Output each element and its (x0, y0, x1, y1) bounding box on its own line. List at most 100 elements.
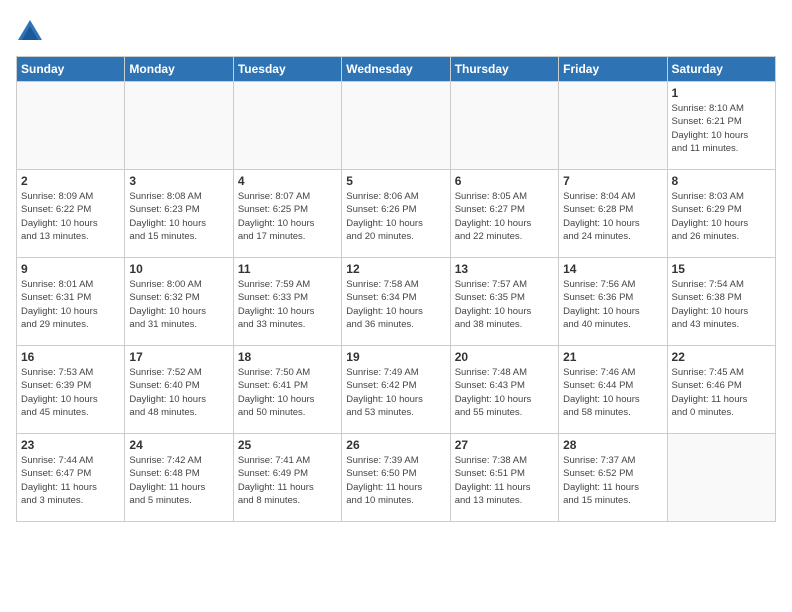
weekday-header: Wednesday (342, 57, 450, 82)
day-info: Sunrise: 8:09 AM Sunset: 6:22 PM Dayligh… (21, 190, 120, 243)
day-info: Sunrise: 8:08 AM Sunset: 6:23 PM Dayligh… (129, 190, 228, 243)
day-number: 3 (129, 174, 228, 188)
calendar-cell: 1 Sunrise: 8:10 AM Sunset: 6:21 PM Daylig… (667, 82, 775, 170)
day-number: 6 (455, 174, 554, 188)
day-info: Sunrise: 7:52 AM Sunset: 6:40 PM Dayligh… (129, 366, 228, 419)
calendar-cell: 24Sunrise: 7:42 AM Sunset: 6:48 PM Dayli… (125, 434, 233, 522)
logo-icon (16, 16, 44, 44)
calendar-week-row: 16Sunrise: 7:53 AM Sunset: 6:39 PM Dayli… (17, 346, 776, 434)
day-info: Sunrise: 7:59 AM Sunset: 6:33 PM Dayligh… (238, 278, 337, 331)
day-number: 27 (455, 438, 554, 452)
calendar-cell (233, 82, 341, 170)
day-number: 26 (346, 438, 445, 452)
day-number: 8 (672, 174, 771, 188)
calendar-cell (17, 82, 125, 170)
calendar-cell: 4 Sunrise: 8:07 AM Sunset: 6:25 PM Daylig… (233, 170, 341, 258)
calendar-cell (342, 82, 450, 170)
day-info: Sunrise: 8:01 AM Sunset: 6:31 PM Dayligh… (21, 278, 120, 331)
calendar-cell: 13 Sunrise: 7:57 AM Sunset: 6:35 PM Dayli… (450, 258, 558, 346)
day-info: Sunrise: 7:54 AM Sunset: 6:38 PM Dayligh… (672, 278, 771, 331)
page-header (16, 16, 776, 44)
calendar-cell: 12 Sunrise: 7:58 AM Sunset: 6:34 PM Dayli… (342, 258, 450, 346)
calendar-cell: 15 Sunrise: 7:54 AM Sunset: 6:38 PM Dayli… (667, 258, 775, 346)
calendar-cell: 28Sunrise: 7:37 AM Sunset: 6:52 PM Dayli… (559, 434, 667, 522)
calendar-cell: 9 Sunrise: 8:01 AM Sunset: 6:31 PM Daylig… (17, 258, 125, 346)
calendar-week-row: 1 Sunrise: 8:10 AM Sunset: 6:21 PM Daylig… (17, 82, 776, 170)
weekday-header: Tuesday (233, 57, 341, 82)
logo (16, 16, 48, 44)
calendar: SundayMondayTuesdayWednesdayThursdayFrid… (16, 56, 776, 522)
day-info: Sunrise: 7:38 AM Sunset: 6:51 PM Dayligh… (455, 454, 554, 507)
day-number: 15 (672, 262, 771, 276)
day-number: 16 (21, 350, 120, 364)
day-number: 11 (238, 262, 337, 276)
calendar-cell (667, 434, 775, 522)
calendar-cell: 22 Sunrise: 7:45 AM Sunset: 6:46 PM Dayli… (667, 346, 775, 434)
calendar-cell: 7 Sunrise: 8:04 AM Sunset: 6:28 PM Daylig… (559, 170, 667, 258)
calendar-cell: 18 Sunrise: 7:50 AM Sunset: 6:41 PM Dayli… (233, 346, 341, 434)
calendar-cell: 5Sunrise: 8:06 AM Sunset: 6:26 PM Daylig… (342, 170, 450, 258)
day-number: 25 (238, 438, 337, 452)
day-number: 24 (129, 438, 228, 452)
day-info: Sunrise: 8:05 AM Sunset: 6:27 PM Dayligh… (455, 190, 554, 243)
day-info: Sunrise: 8:07 AM Sunset: 6:25 PM Dayligh… (238, 190, 337, 243)
day-number: 17 (129, 350, 228, 364)
calendar-week-row: 9 Sunrise: 8:01 AM Sunset: 6:31 PM Daylig… (17, 258, 776, 346)
day-number: 14 (563, 262, 662, 276)
day-number: 2 (21, 174, 120, 188)
day-info: Sunrise: 7:57 AM Sunset: 6:35 PM Dayligh… (455, 278, 554, 331)
day-info: Sunrise: 7:46 AM Sunset: 6:44 PM Dayligh… (563, 366, 662, 419)
calendar-cell (125, 82, 233, 170)
calendar-week-row: 2 Sunrise: 8:09 AM Sunset: 6:22 PM Daylig… (17, 170, 776, 258)
day-info: Sunrise: 8:06 AM Sunset: 6:26 PM Dayligh… (346, 190, 445, 243)
calendar-cell: 25Sunrise: 7:41 AM Sunset: 6:49 PM Dayli… (233, 434, 341, 522)
day-number: 7 (563, 174, 662, 188)
day-info: Sunrise: 7:39 AM Sunset: 6:50 PM Dayligh… (346, 454, 445, 507)
calendar-cell: 8 Sunrise: 8:03 AM Sunset: 6:29 PM Daylig… (667, 170, 775, 258)
day-info: Sunrise: 7:56 AM Sunset: 6:36 PM Dayligh… (563, 278, 662, 331)
day-number: 19 (346, 350, 445, 364)
day-number: 22 (672, 350, 771, 364)
calendar-cell (559, 82, 667, 170)
weekday-header: Friday (559, 57, 667, 82)
day-info: Sunrise: 8:00 AM Sunset: 6:32 PM Dayligh… (129, 278, 228, 331)
day-number: 12 (346, 262, 445, 276)
day-number: 28 (563, 438, 662, 452)
day-number: 9 (21, 262, 120, 276)
calendar-cell: 11 Sunrise: 7:59 AM Sunset: 6:33 PM Dayli… (233, 258, 341, 346)
calendar-cell: 20 Sunrise: 7:48 AM Sunset: 6:43 PM Dayli… (450, 346, 558, 434)
calendar-cell: 14 Sunrise: 7:56 AM Sunset: 6:36 PM Dayli… (559, 258, 667, 346)
day-number: 20 (455, 350, 554, 364)
day-number: 13 (455, 262, 554, 276)
day-info: Sunrise: 7:50 AM Sunset: 6:41 PM Dayligh… (238, 366, 337, 419)
day-number: 10 (129, 262, 228, 276)
weekday-header: Saturday (667, 57, 775, 82)
calendar-cell: 26 Sunrise: 7:39 AM Sunset: 6:50 PM Dayli… (342, 434, 450, 522)
weekday-header: Monday (125, 57, 233, 82)
calendar-cell: 3 Sunrise: 8:08 AM Sunset: 6:23 PM Daylig… (125, 170, 233, 258)
day-info: Sunrise: 8:10 AM Sunset: 6:21 PM Dayligh… (672, 102, 771, 155)
day-number: 1 (672, 86, 771, 100)
day-info: Sunrise: 7:44 AM Sunset: 6:47 PM Dayligh… (21, 454, 120, 507)
day-info: Sunrise: 7:49 AM Sunset: 6:42 PM Dayligh… (346, 366, 445, 419)
day-info: Sunrise: 8:03 AM Sunset: 6:29 PM Dayligh… (672, 190, 771, 243)
day-number: 23 (21, 438, 120, 452)
day-info: Sunrise: 7:45 AM Sunset: 6:46 PM Dayligh… (672, 366, 771, 419)
day-info: Sunrise: 7:58 AM Sunset: 6:34 PM Dayligh… (346, 278, 445, 331)
calendar-cell: 10 Sunrise: 8:00 AM Sunset: 6:32 PM Dayli… (125, 258, 233, 346)
day-info: Sunrise: 8:04 AM Sunset: 6:28 PM Dayligh… (563, 190, 662, 243)
calendar-week-row: 23 Sunrise: 7:44 AM Sunset: 6:47 PM Dayli… (17, 434, 776, 522)
calendar-header-row: SundayMondayTuesdayWednesdayThursdayFrid… (17, 57, 776, 82)
day-number: 21 (563, 350, 662, 364)
day-number: 18 (238, 350, 337, 364)
calendar-cell: 23 Sunrise: 7:44 AM Sunset: 6:47 PM Dayli… (17, 434, 125, 522)
day-number: 4 (238, 174, 337, 188)
calendar-cell: 16Sunrise: 7:53 AM Sunset: 6:39 PM Dayli… (17, 346, 125, 434)
calendar-cell: 21 Sunrise: 7:46 AM Sunset: 6:44 PM Dayli… (559, 346, 667, 434)
calendar-cell: 27 Sunrise: 7:38 AM Sunset: 6:51 PM Dayli… (450, 434, 558, 522)
day-info: Sunrise: 7:48 AM Sunset: 6:43 PM Dayligh… (455, 366, 554, 419)
calendar-cell (450, 82, 558, 170)
weekday-header: Thursday (450, 57, 558, 82)
calendar-cell: 17 Sunrise: 7:52 AM Sunset: 6:40 PM Dayli… (125, 346, 233, 434)
calendar-cell: 6 Sunrise: 8:05 AM Sunset: 6:27 PM Daylig… (450, 170, 558, 258)
